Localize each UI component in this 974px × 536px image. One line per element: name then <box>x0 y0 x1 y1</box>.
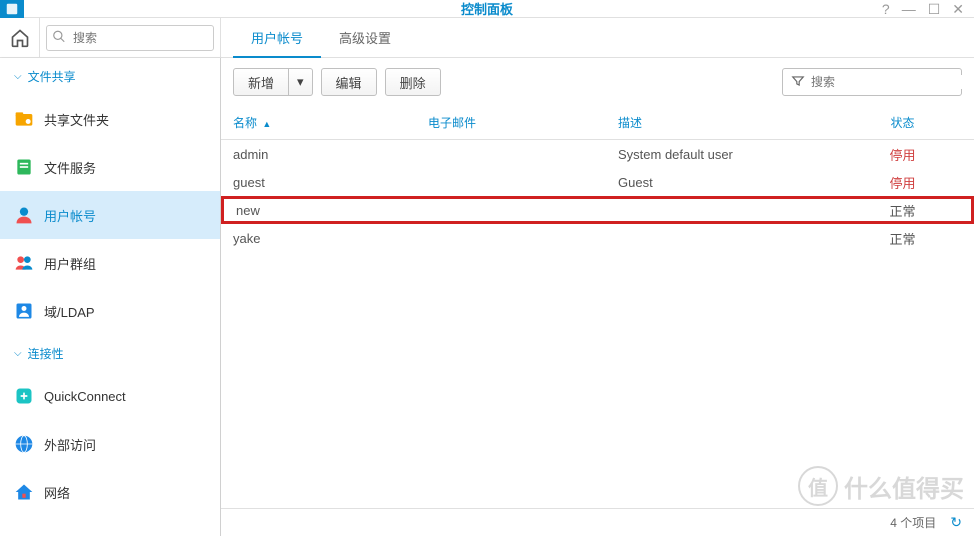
sidebar-item-domain-ldap[interactable]: 域/LDAP <box>0 287 220 335</box>
sidebar-item-label: 网络 <box>44 483 70 502</box>
cell-status: 停用 <box>843 145 962 164</box>
sidebar-item-user-account[interactable]: 用户帐号 <box>0 191 220 239</box>
section-label: 连接性 <box>28 345 64 362</box>
sidebar-item-shared-folder[interactable]: 共享文件夹 <box>0 95 220 143</box>
sidebar-item-external-access[interactable]: 外部访问 <box>0 420 220 468</box>
sidebar-search-input[interactable] <box>46 25 214 51</box>
window-titlebar: 控制面板 ? — ☐ ✕ <box>0 0 974 18</box>
sidebar-item-label: 文件服务 <box>44 158 96 177</box>
window-title: 控制面板 <box>461 0 513 18</box>
cell-status: 正常 <box>843 229 962 248</box>
table-row[interactable]: admin System default user停用 <box>221 140 974 168</box>
folder-share-icon <box>14 109 34 129</box>
sidebar-item-label: 外部访问 <box>44 435 96 454</box>
sidebar-item-label: 共享文件夹 <box>44 110 109 129</box>
sort-ascending-icon: ▲ <box>262 119 271 129</box>
help-icon[interactable]: ? <box>882 2 890 16</box>
table-body: admin System default user停用 guest Guest停用 ne… <box>221 140 974 508</box>
column-header-name[interactable]: 名称 ▲ <box>233 114 428 131</box>
sidebar-item-network[interactable]: 网络 <box>0 468 220 516</box>
table-row[interactable]: guest Guest停用 <box>221 168 974 196</box>
cell-name: new <box>236 203 431 218</box>
section-file-sharing[interactable]: ⌵ 文件共享 <box>0 58 220 95</box>
quickconnect-icon <box>14 386 34 406</box>
top-toolbar: 用户帐号 高级设置 <box>0 18 974 58</box>
sidebar-item-label: 用户帐号 <box>44 206 96 225</box>
ldap-icon <box>14 301 34 321</box>
section-connectivity[interactable]: ⌵ 连接性 <box>0 335 220 372</box>
column-header-status[interactable]: 状态 <box>843 114 962 131</box>
column-header-description[interactable]: 描述 <box>618 114 843 131</box>
cell-name: guest <box>233 175 428 190</box>
column-header-email[interactable]: 电子邮件 <box>428 114 618 131</box>
filter-icon <box>791 74 805 91</box>
globe-icon <box>14 434 34 454</box>
sidebar-item-quickconnect[interactable]: QuickConnect <box>0 372 220 420</box>
sidebar-item-user-group[interactable]: 用户群组 <box>0 239 220 287</box>
sidebar: ⌵ 文件共享 共享文件夹 文件服务 用户帐号 用户群组 <box>0 58 221 536</box>
delete-button[interactable]: 删除 <box>385 68 441 96</box>
network-icon <box>14 482 34 502</box>
cell-status: 正常 <box>846 201 959 220</box>
minimize-icon[interactable]: — <box>902 2 916 16</box>
action-toolbar: 新增 ▾ 编辑 删除 <box>221 58 974 106</box>
group-icon <box>14 253 34 273</box>
filter-search-box[interactable] <box>782 68 962 96</box>
filter-search-input[interactable] <box>811 75 966 89</box>
table-header: 名称 ▲ 电子邮件 描述 状态 <box>221 106 974 140</box>
cell-name: admin <box>233 147 428 162</box>
edit-button[interactable]: 编辑 <box>321 68 377 96</box>
maximize-icon[interactable]: ☐ <box>928 2 941 16</box>
home-button[interactable] <box>0 18 40 58</box>
create-dropdown-button[interactable]: ▾ <box>289 68 313 96</box>
search-icon <box>52 29 66 46</box>
chevron-down-icon: ⌵ <box>14 71 22 82</box>
sidebar-item-label: 域/LDAP <box>44 302 95 321</box>
item-count: 4 个项目 <box>890 514 936 531</box>
close-icon[interactable]: ✕ <box>952 2 964 16</box>
cell-description: System default user <box>618 147 843 162</box>
sidebar-item-label: QuickConnect <box>44 389 126 404</box>
status-footer: 4 个项目 ↻ <box>221 508 974 536</box>
refresh-icon[interactable]: ↻ <box>950 514 962 531</box>
section-label: 文件共享 <box>28 68 76 85</box>
chevron-down-icon: ⌵ <box>14 348 22 359</box>
sidebar-item-label: 用户群组 <box>44 254 96 273</box>
file-service-icon <box>14 157 34 177</box>
create-button[interactable]: 新增 <box>233 68 289 96</box>
table-row[interactable]: yake 正常 <box>221 224 974 252</box>
cell-name: yake <box>233 231 428 246</box>
table-row[interactable]: new 正常 <box>221 196 974 224</box>
user-icon <box>14 205 34 225</box>
content-panel: 新增 ▾ 编辑 删除 名称 ▲ 电子邮件 描述 状态 admin System d… <box>221 58 974 536</box>
cell-description: Guest <box>618 175 843 190</box>
sidebar-item-file-services[interactable]: 文件服务 <box>0 143 220 191</box>
app-icon <box>0 0 24 18</box>
tab-advanced[interactable]: 高级设置 <box>321 18 409 58</box>
tab-user-account[interactable]: 用户帐号 <box>233 18 321 58</box>
tabs-container: 用户帐号 高级设置 <box>221 18 974 58</box>
cell-status: 停用 <box>843 173 962 192</box>
